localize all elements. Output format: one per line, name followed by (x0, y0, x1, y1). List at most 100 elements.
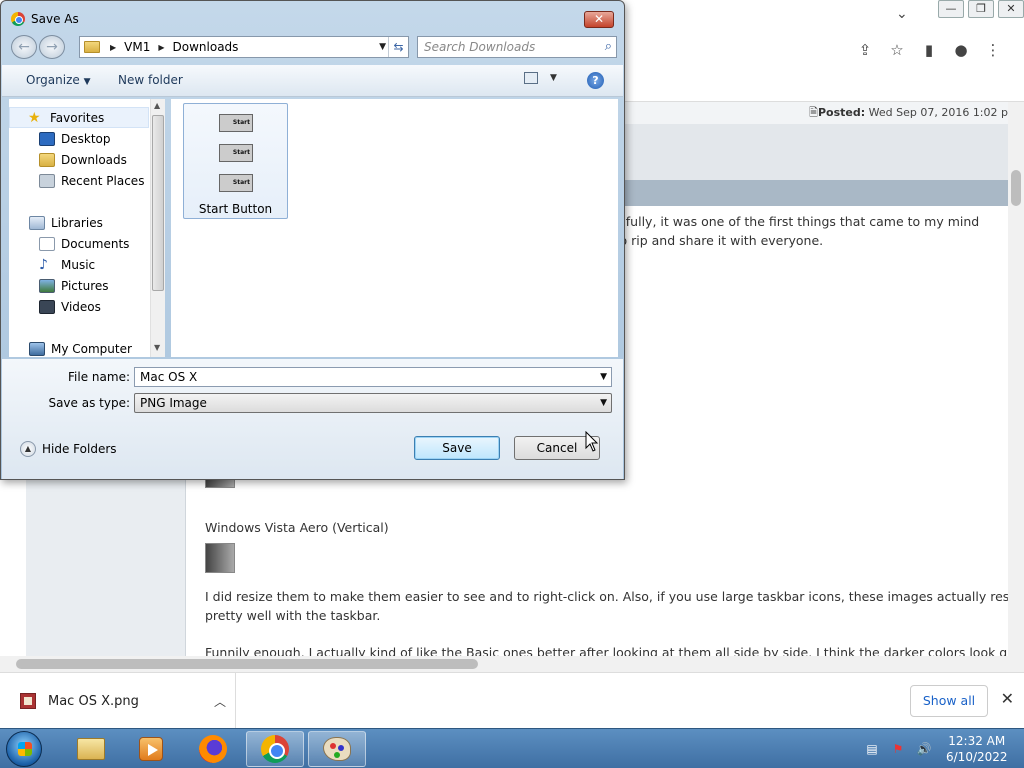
page-scroll-thumb[interactable] (1011, 170, 1021, 206)
chevron-down-icon[interactable]: ▼ (600, 368, 607, 386)
hide-folders-button[interactable]: ▲ Hide Folders (20, 441, 117, 457)
nav-pane-scrollbar[interactable]: ▲ ▼ (150, 99, 165, 357)
nav-scroll-thumb[interactable] (152, 115, 164, 291)
nav-videos[interactable]: Videos (9, 296, 149, 317)
volume-icon[interactable]: 🔊 (916, 741, 932, 757)
navigation-row: ← → ▶ VM1 ▶ Downloads ▼ ⇆ Search Downloa… (9, 35, 617, 59)
media-player-icon (139, 737, 163, 761)
mouse-cursor-icon (585, 431, 599, 452)
taskbar-chrome[interactable] (246, 731, 304, 767)
nav-downloads[interactable]: Downloads (9, 149, 149, 170)
address-dropdown-icon[interactable]: ▼ (379, 42, 386, 52)
nav-documents[interactable]: Documents (9, 233, 149, 254)
breadcrumb-arrow-icon[interactable]: ▶ (110, 43, 116, 52)
window-controls: — ❐ ✕ (934, 0, 1024, 18)
search-input[interactable]: Search Downloads ⌕ (417, 36, 617, 58)
desktop-icon (39, 131, 55, 146)
scroll-down-icon[interactable]: ▼ (154, 343, 160, 352)
save-button[interactable]: Save (414, 436, 500, 460)
chrome-icon (11, 12, 25, 26)
documents-icon (39, 236, 55, 251)
chevron-down-icon[interactable]: ▼ (600, 394, 607, 412)
taskbar-media-player[interactable] (122, 731, 180, 767)
menu-kebab-icon[interactable]: ⋮ (983, 40, 1003, 60)
page-vertical-scrollbar[interactable] (1008, 102, 1024, 656)
address-bar[interactable]: ▶ VM1 ▶ Downloads ▼ ⇆ (79, 36, 409, 58)
clock-time: 12:32 AM (948, 734, 1006, 748)
nav-favorites[interactable]: ★ Favorites (9, 107, 149, 128)
taskbar-firefox[interactable] (184, 731, 242, 767)
bookmark-star-icon[interactable]: ☆ (887, 40, 907, 60)
profile-avatar-icon[interactable]: ● (951, 40, 971, 60)
nav-label: Documents (61, 236, 130, 251)
dialog-close-button[interactable]: ✕ (584, 11, 614, 28)
help-button[interactable]: ? (587, 72, 604, 89)
save-type-select[interactable]: PNG Image ▼ (134, 393, 612, 413)
start-button[interactable] (6, 731, 42, 767)
breadcrumb-arrow-icon[interactable]: ▶ (158, 43, 164, 52)
image-vertical[interactable] (205, 543, 235, 573)
save-type-label: Save as type: (48, 396, 130, 410)
clock[interactable]: 12:32 AM 6/10/2022 (946, 733, 1008, 765)
nav-label: Recent Places (61, 173, 145, 188)
taskbar-explorer[interactable] (62, 731, 120, 767)
chevron-up-icon[interactable]: ︿ (205, 693, 235, 710)
nav-label: Desktop (61, 131, 111, 146)
videos-icon (39, 299, 55, 314)
posted-label: Posted: (817, 106, 866, 119)
show-all-button[interactable]: Show all (910, 685, 988, 717)
file-item[interactable]: Start Start Start Start Button (183, 103, 288, 219)
folder-icon (84, 41, 100, 53)
organize-button[interactable]: Organize ▼ (26, 73, 91, 87)
network-icon[interactable]: ▤ (864, 741, 880, 757)
change-view-button[interactable]: ▼ (524, 72, 557, 84)
nav-label: Favorites (50, 110, 105, 125)
side-panel-icon[interactable]: ▮ (919, 40, 939, 60)
png-file-icon (20, 693, 36, 709)
file-name-label: File name: (68, 370, 130, 384)
action-center-flag-icon[interactable]: ⚑ (890, 741, 906, 757)
music-icon: ♪ (39, 256, 48, 273)
command-bar: Organize ▼ New folder ▼ ? (2, 65, 623, 97)
nav-label: Videos (61, 299, 101, 314)
close-window-button[interactable]: ✕ (998, 0, 1024, 18)
nav-label: Downloads (61, 152, 127, 167)
page-horizontal-scrollbar[interactable] (0, 656, 1024, 672)
scroll-up-icon[interactable]: ▲ (154, 101, 160, 110)
nav-pictures[interactable]: Pictures (9, 275, 149, 296)
breadcrumb-downloads[interactable]: Downloads (173, 40, 239, 54)
nav-music[interactable]: ♪ Music (9, 254, 149, 275)
tab-search-chevron-icon[interactable]: ⌄ (896, 6, 908, 22)
download-filename: Mac OS X.png (48, 693, 139, 709)
computer-icon (29, 341, 45, 356)
back-button[interactable]: ← (11, 35, 37, 59)
save-type-value: PNG Image (140, 396, 207, 410)
view-icon (524, 72, 538, 84)
chrome-icon (261, 735, 289, 763)
file-list-pane: Start Start Start Start Button (171, 99, 618, 357)
file-name-input[interactable]: Mac OS X ▼ (134, 367, 612, 387)
nav-recent-places[interactable]: Recent Places (9, 170, 149, 191)
minimize-button[interactable]: — (938, 0, 964, 18)
download-item[interactable]: Mac OS X.png ︿ (0, 673, 236, 729)
refresh-icon[interactable]: ⇆ (388, 37, 408, 57)
paragraph-line: Funnily enough, I actually kind of like … (205, 645, 1008, 656)
share-icon[interactable]: ⇪ (855, 40, 875, 60)
restore-button[interactable]: ❐ (968, 0, 994, 18)
nav-label: Music (61, 257, 96, 272)
page-hscroll-thumb[interactable] (16, 659, 478, 669)
navigation-pane: ★ Favorites Desktop Downloads Recent Pla… (9, 99, 165, 357)
nav-my-computer[interactable]: My Computer (9, 338, 149, 359)
search-icon[interactable]: ⌕ (605, 37, 612, 57)
new-folder-button[interactable]: New folder (118, 73, 183, 87)
chevron-down-icon: ▼ (83, 77, 91, 87)
pictures-icon (39, 278, 55, 293)
close-download-bar-icon[interactable]: ✕ (1001, 689, 1014, 708)
nav-desktop[interactable]: Desktop (9, 128, 149, 149)
breadcrumb-vm1[interactable]: VM1 (124, 40, 150, 54)
dialog-title: Save As (31, 12, 79, 26)
taskbar-paint[interactable] (308, 731, 366, 767)
forward-button[interactable]: → (39, 35, 65, 59)
nav-libraries[interactable]: Libraries (9, 212, 149, 233)
paragraph-line: I did resize them to make them easier to… (205, 589, 1008, 604)
